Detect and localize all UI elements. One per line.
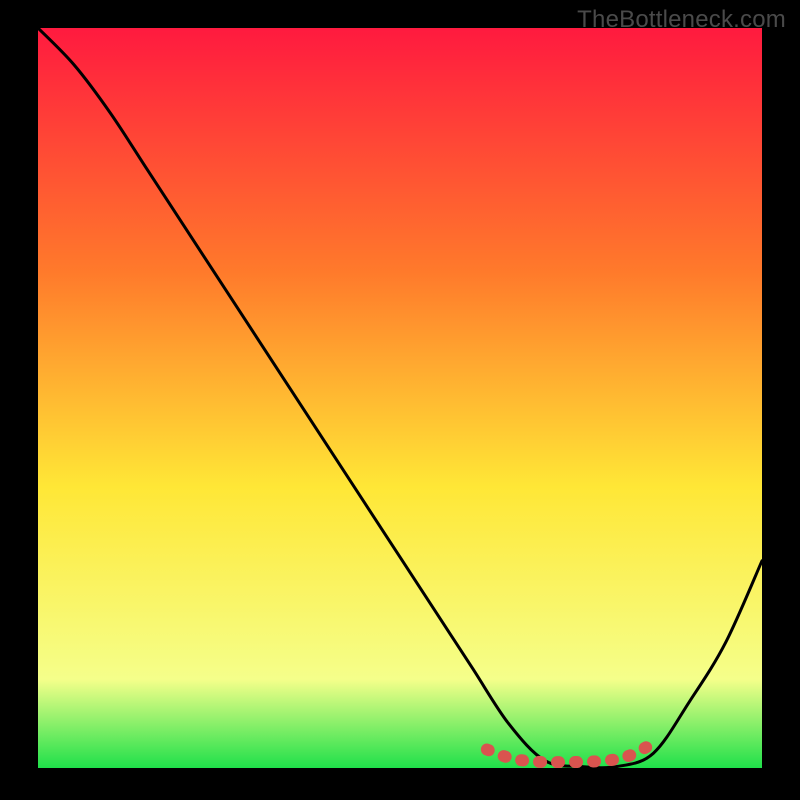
chart-svg [38, 28, 762, 768]
gradient-background [38, 28, 762, 768]
chart-frame: TheBottleneck.com [0, 0, 800, 800]
watermark-text: TheBottleneck.com [577, 6, 786, 34]
chart-plot-area [38, 28, 762, 768]
